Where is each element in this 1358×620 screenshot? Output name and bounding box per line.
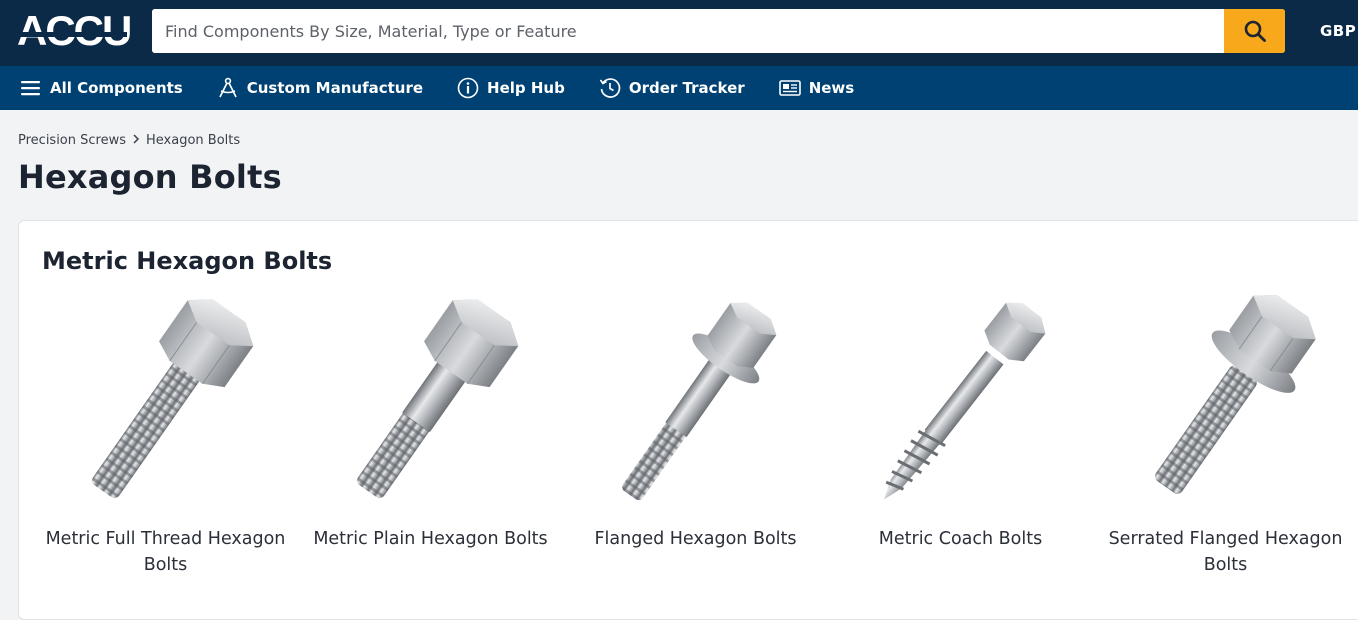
nav-label: All Components <box>50 79 183 97</box>
section-title: Metric Hexagon Bolts <box>42 247 333 275</box>
search-input[interactable] <box>152 9 1224 53</box>
full-thread-hex-bolt-image <box>33 289 298 514</box>
product-card[interactable]: Metric Plain Hexagon Bolts <box>298 289 563 589</box>
plain-hex-bolt-image <box>298 289 563 514</box>
breadcrumb-current: Hexagon Bolts <box>146 133 241 148</box>
accu-logo[interactable]: ACCU <box>17 7 132 54</box>
main-nav: All Components Custom Manufacture Help H… <box>0 66 1358 110</box>
product-card[interactable]: Metric Coach Bolts <box>828 289 1093 589</box>
product-name: Metric Full Thread Hexagon Bolts <box>45 529 286 575</box>
product-card[interactable]: Flanged Hexagon Bolts <box>563 289 828 589</box>
nav-news[interactable]: News <box>778 66 855 110</box>
coach-bolt-image <box>828 289 1093 514</box>
nav-label: Help Hub <box>487 79 565 97</box>
chevron-right-icon <box>132 133 140 148</box>
nav-label: Custom Manufacture <box>246 79 424 97</box>
product-name: Metric Coach Bolts <box>878 529 1043 549</box>
nav-label: Order Tracker <box>628 79 745 97</box>
product-name: Flanged Hexagon Bolts <box>594 529 797 549</box>
search-icon <box>1244 20 1266 42</box>
nav-custom-manufacture[interactable]: Custom Manufacture <box>217 66 423 110</box>
nav-label: News <box>808 79 855 97</box>
logo-text: ACCU <box>17 7 132 54</box>
product-grid: Metric Full Thread Hexagon Bolts Metric … <box>19 289 1358 609</box>
nav-order-tracker[interactable]: Order Tracker <box>599 66 745 110</box>
breadcrumb: Precision Screws Hexagon Bolts <box>18 133 240 148</box>
top-header: ACCU GBP <box>0 0 1358 66</box>
nav-all-components[interactable]: All Components <box>20 66 183 110</box>
product-name: Metric Plain Hexagon Bolts <box>313 529 548 549</box>
newspaper-icon <box>778 80 801 96</box>
compass-icon <box>218 77 237 98</box>
product-card[interactable]: Metric Full Thread Hexagon Bolts <box>33 289 298 589</box>
category-panel: Metric Hexagon Bolts Metric Full Thread … <box>18 220 1358 620</box>
product-card[interactable]: Serrated Flanged Hexagon Bolts <box>1093 289 1358 589</box>
search-bar <box>152 9 1285 53</box>
page-title: Hexagon Bolts <box>18 158 282 196</box>
nav-help-hub[interactable]: Help Hub <box>457 66 565 110</box>
search-button[interactable] <box>1224 9 1285 53</box>
info-icon <box>457 77 479 99</box>
history-icon <box>599 78 621 98</box>
menu-icon <box>21 81 40 96</box>
product-name: Serrated Flanged Hexagon Bolts <box>1108 529 1343 575</box>
flanged-hex-bolt-image <box>563 289 828 514</box>
breadcrumb-precision-screws[interactable]: Precision Screws <box>18 133 126 148</box>
serrated-flanged-hex-bolt-image <box>1093 289 1358 514</box>
currency-selector[interactable]: GBP <box>1320 22 1356 40</box>
